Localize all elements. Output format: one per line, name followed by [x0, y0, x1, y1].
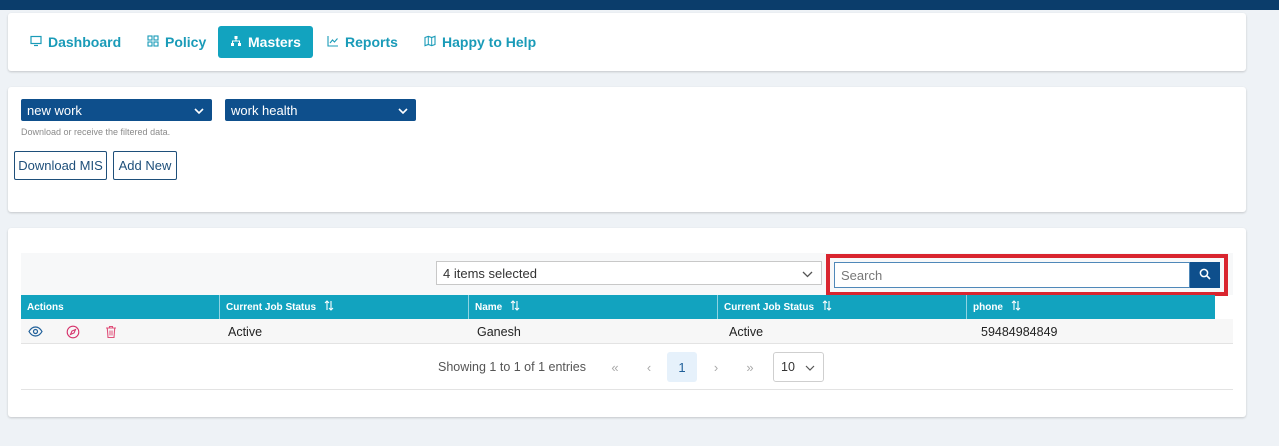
nav-reports[interactable]: Reports [315, 26, 410, 58]
sort-icon [1011, 300, 1021, 314]
header-label: Current Job Status [724, 301, 815, 313]
nav-dashboard[interactable]: Dashboard [18, 26, 133, 58]
column-multiselect-value: 4 items selected [443, 265, 537, 281]
chevron-down-icon [805, 360, 815, 374]
download-mis-button[interactable]: Download MIS [14, 151, 107, 180]
nav-policy[interactable]: Policy [135, 26, 218, 58]
top-bar [0, 0, 1279, 10]
main-nav: Dashboard Policy Masters Reports Happy t… [8, 13, 1246, 71]
filter-hint: Download or receive the filtered data. [21, 127, 171, 137]
filter-panel: new work work health Download or receive… [8, 87, 1246, 212]
monitor-icon [30, 34, 42, 50]
cell-name: Ganesh [477, 324, 521, 339]
header-label: phone [973, 301, 1003, 313]
nav-reports-label: Reports [345, 34, 398, 50]
add-new-button[interactable]: Add New [113, 151, 177, 180]
header-label: Name [475, 301, 503, 313]
nav-policy-label: Policy [165, 34, 207, 50]
chevron-down-icon [398, 103, 408, 118]
search-input[interactable] [834, 262, 1190, 288]
column-header-job-status[interactable]: Current Job Status [220, 295, 469, 319]
sort-icon [822, 300, 832, 314]
column-header-actions: Actions [21, 295, 220, 319]
nav-masters-label: Masters [248, 34, 301, 50]
compass-edit-icon[interactable] [65, 324, 81, 340]
cell-phone: 59484984849 [981, 324, 1058, 339]
rows-per-page-select[interactable]: 10 [773, 352, 824, 382]
last-page-button[interactable]: » [735, 352, 765, 382]
work-filter-value: new work [27, 102, 82, 118]
page-1-button[interactable]: 1 [667, 352, 697, 382]
prev-page-button[interactable]: ‹ [634, 352, 664, 382]
first-page-button[interactable]: « [600, 352, 630, 382]
chevron-down-icon [802, 266, 813, 281]
data-table-panel: 4 items selected Actions Current Job Sta… [8, 228, 1246, 417]
pagination-info: Showing 1 to 1 of 1 entries [438, 360, 587, 374]
table-header: Actions Current Job Status Name Current … [21, 295, 1215, 319]
nav-masters[interactable]: Masters [218, 26, 313, 58]
eye-icon[interactable] [27, 324, 43, 340]
nav-happy-to-help[interactable]: Happy to Help [412, 26, 548, 58]
grid-icon [147, 34, 159, 50]
next-page-button[interactable]: › [701, 352, 731, 382]
column-header-job-status-2[interactable]: Current Job Status [718, 295, 967, 319]
cell-job-status: Active [228, 324, 263, 339]
rows-per-page-value: 10 [781, 360, 795, 374]
cell-job-status-2: Active [729, 324, 764, 339]
line-chart-icon [327, 34, 339, 50]
chevron-down-icon [194, 103, 204, 118]
sitemap-icon [230, 34, 242, 50]
work-filter-dropdown[interactable]: new work [21, 99, 212, 121]
header-label: Current Job Status [226, 301, 317, 313]
sort-icon [324, 300, 334, 314]
column-header-name[interactable]: Name [469, 295, 718, 319]
sort-icon [510, 300, 520, 314]
column-multiselect[interactable]: 4 items selected [436, 261, 822, 285]
search-button[interactable] [1190, 262, 1220, 288]
header-label: Actions [27, 301, 64, 313]
search-icon [1199, 268, 1211, 283]
table-row: Active Ganesh Active 59484984849 [21, 319, 1233, 344]
trash-icon[interactable] [103, 324, 119, 340]
nav-happy-to-help-label: Happy to Help [442, 34, 537, 50]
health-filter-dropdown[interactable]: work health [225, 99, 416, 121]
health-filter-value: work health [231, 102, 298, 118]
map-icon [424, 34, 436, 50]
column-header-phone[interactable]: phone [967, 295, 1215, 319]
pagination: Showing 1 to 1 of 1 entries « ‹ 1 › » 10 [21, 344, 1233, 390]
row-actions [21, 319, 220, 344]
nav-dashboard-label: Dashboard [48, 34, 122, 50]
